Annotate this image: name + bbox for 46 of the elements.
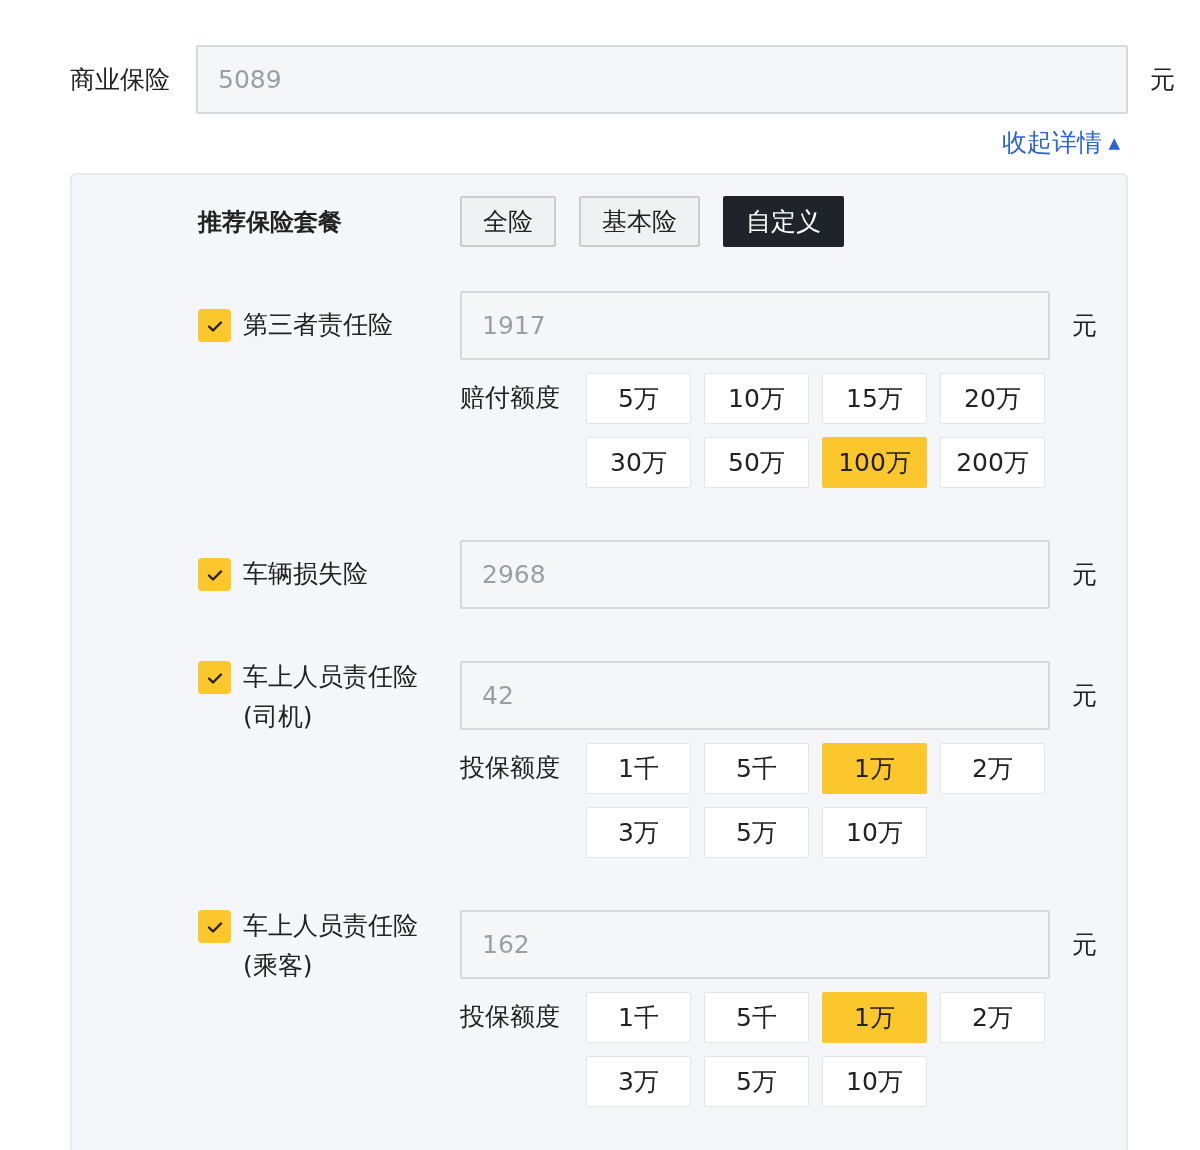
amount-option[interactable]: 200万 (940, 437, 1045, 488)
package-button[interactable]: 基本险 (579, 196, 700, 247)
amount-option[interactable]: 100万 (822, 437, 927, 488)
amount-option[interactable]: 1千 (586, 992, 691, 1043)
amount-option[interactable]: 3万 (586, 1056, 691, 1107)
option-label: 赔付额度 (460, 382, 561, 414)
checkbox[interactable] (198, 558, 231, 591)
unit-label: 元 (1150, 64, 1175, 96)
amount-option[interactable]: 1万 (822, 743, 927, 794)
checkbox[interactable] (198, 910, 231, 943)
option-label: 投保额度 (460, 752, 561, 784)
amount-option[interactable]: 10万 (704, 373, 809, 424)
collapse-link[interactable]: 收起详情 ▲ (70, 126, 1120, 159)
unit-label: 元 (1072, 929, 1097, 961)
amount-option[interactable]: 2万 (940, 743, 1045, 794)
section-label: 推荐保险套餐 (198, 206, 343, 238)
amount-option[interactable]: 30万 (586, 437, 691, 488)
amount-option[interactable]: 50万 (704, 437, 809, 488)
coverage-note: (乘客) (243, 950, 314, 982)
coverage-note: (司机) (243, 701, 314, 733)
amount-option[interactable]: 2万 (940, 992, 1045, 1043)
amount-option[interactable]: 5万 (586, 373, 691, 424)
coverage-label: 车上人员责任险 (243, 910, 418, 942)
amount-option[interactable]: 15万 (822, 373, 927, 424)
amount-option[interactable]: 5千 (704, 743, 809, 794)
unit-label: 元 (1072, 310, 1097, 342)
unit-label: 元 (1072, 680, 1097, 712)
option-label: 投保额度 (460, 1001, 561, 1033)
amount-option[interactable]: 5千 (704, 992, 809, 1043)
amount-option[interactable]: 5万 (704, 1056, 809, 1107)
coverage-label: 车辆损失险 (243, 558, 368, 590)
amount-option[interactable]: 1万 (822, 992, 927, 1043)
checkbox[interactable] (198, 309, 231, 342)
amount-option[interactable]: 5万 (704, 807, 809, 858)
coverage-label: 车上人员责任险 (243, 661, 418, 693)
amount-option[interactable]: 10万 (822, 1056, 927, 1107)
amount-option[interactable]: 1千 (586, 743, 691, 794)
amount-option[interactable]: 20万 (940, 373, 1045, 424)
field-label: 商业保险 (70, 64, 171, 96)
package-button[interactable]: 全险 (460, 196, 556, 247)
checkbox[interactable] (198, 661, 231, 694)
amount-option[interactable]: 10万 (822, 807, 927, 858)
coverage-label: 第三者责任险 (243, 309, 393, 341)
amount-option[interactable]: 3万 (586, 807, 691, 858)
package-button[interactable]: 自定义 (723, 196, 844, 247)
unit-label: 元 (1072, 559, 1097, 591)
